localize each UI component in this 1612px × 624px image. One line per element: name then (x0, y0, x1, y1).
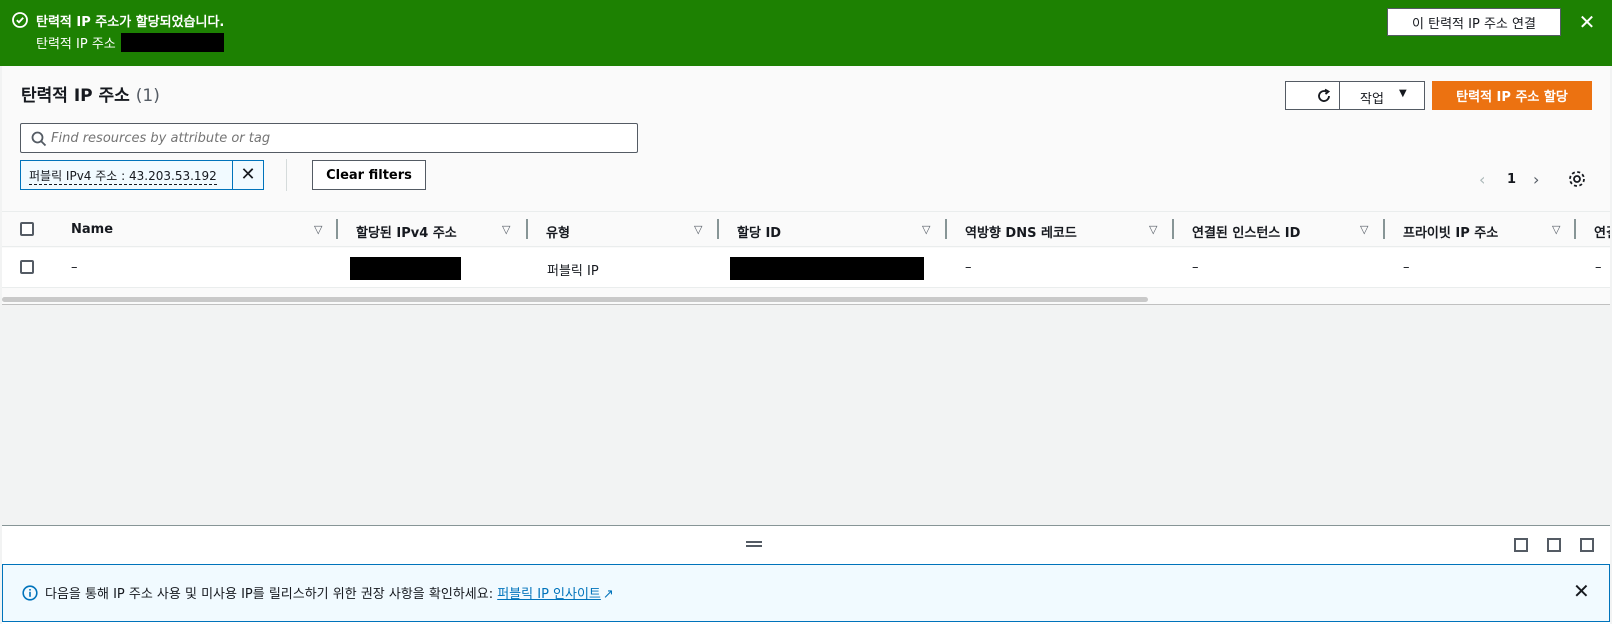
search-input[interactable] (51, 128, 611, 148)
flash-subtitle: 탄력적 IP 주소 (36, 37, 116, 52)
split-panel: 다음을 통해 IP 주소 사용 및 미사용 IP를 릴리스하기 위한 권장 사항… (2, 525, 1610, 624)
actions-label: 작업 (1360, 92, 1384, 107)
redacted-ipv4 (350, 257, 461, 280)
allocate-ip-button[interactable]: 탄력적 IP 주소 할당 (1432, 81, 1592, 110)
cell-type: 퍼블릭 IP (547, 264, 599, 279)
item-count: (1) (135, 86, 160, 106)
gear-icon[interactable] (1567, 169, 1587, 189)
search-box (20, 123, 638, 153)
sort-icon[interactable]: ▽ (922, 223, 930, 236)
sort-icon[interactable]: ▽ (1149, 223, 1157, 236)
table-header: Name ▽ 할당된 IPv4 주소 ▽ 유형 ▽ 할당 ID ▽ 역방향 DN… (2, 211, 1610, 247)
column-resizer[interactable] (945, 219, 947, 239)
prev-page-icon[interactable]: ‹ (1479, 170, 1485, 189)
next-page-icon[interactable]: › (1533, 170, 1539, 189)
horizontal-scrollbar[interactable] (2, 297, 1148, 302)
external-link-icon[interactable]: ↗ (603, 587, 614, 602)
page-number[interactable]: 1 (1507, 172, 1516, 187)
drag-handle-icon[interactable] (746, 541, 762, 547)
column-header-private-ip[interactable]: 프라이빗 IP 주소 (1403, 222, 1498, 241)
filter-token: 퍼블릭 IPv4 주소 : 43.203.53.192 ✕ (20, 160, 264, 190)
remove-filter-icon[interactable]: ✕ (232, 161, 263, 189)
filter-token-label[interactable]: 퍼블릭 IPv4 주소 : 43.203.53.192 (29, 167, 217, 185)
column-header-instance-id[interactable]: 연결된 인스턴스 ID (1192, 222, 1300, 241)
caret-down-icon: ▼ (1399, 88, 1407, 99)
info-message: 다음을 통해 IP 주소 사용 및 미사용 IP를 릴리스하기 위한 권장 사항… (45, 587, 494, 602)
column-resizer[interactable] (1574, 219, 1576, 239)
column-resizer[interactable] (1172, 219, 1174, 239)
redacted-allocation-id (730, 257, 924, 280)
info-icon (22, 585, 38, 601)
cell-instance-id: – (1192, 260, 1199, 275)
column-resizer[interactable] (336, 219, 338, 239)
table-row[interactable]: – 퍼블릭 IP – – – – (2, 248, 1610, 288)
sort-icon[interactable]: ▽ (502, 223, 510, 236)
close-icon[interactable]: ✕ (1573, 579, 1590, 603)
column-header-type[interactable]: 유형 (546, 222, 570, 241)
page-title: 탄력적 IP 주소 (1) (21, 81, 160, 106)
actions-dropdown[interactable]: 작업 ▼ (1339, 81, 1425, 110)
sort-icon[interactable]: ▽ (314, 223, 322, 236)
clear-filters-button[interactable]: Clear filters (312, 160, 426, 190)
flash-title: 탄력적 IP 주소가 할당되었습니다. (36, 15, 225, 30)
column-header-association[interactable]: 연결 (1594, 222, 1610, 241)
redacted-ip (121, 33, 224, 52)
column-resizer[interactable] (1383, 219, 1385, 239)
column-header-reverse-dns[interactable]: 역방향 DNS 레코드 (965, 222, 1077, 241)
flash-close-icon[interactable]: ✕ (1577, 12, 1597, 32)
panel-hide-icon[interactable] (1580, 538, 1594, 552)
sort-icon[interactable]: ▽ (1360, 223, 1368, 236)
search-icon (31, 131, 47, 147)
refresh-icon (1318, 88, 1331, 102)
select-all-checkbox[interactable] (20, 222, 34, 236)
column-header-name[interactable]: Name (71, 222, 113, 237)
cell-private-ip: – (1403, 260, 1410, 275)
sort-icon[interactable]: ▽ (1552, 223, 1560, 236)
column-header-ipv4[interactable]: 할당된 IPv4 주소 (356, 222, 457, 241)
public-ip-insights-link[interactable]: 퍼블릭 IP 인사이트 (497, 587, 601, 602)
column-header-allocation-id[interactable]: 할당 ID (737, 222, 781, 241)
title-text: 탄력적 IP 주소 (21, 86, 130, 106)
column-resizer[interactable] (526, 219, 528, 239)
success-check-icon (12, 12, 28, 28)
panel-bottom-icon[interactable] (1514, 538, 1528, 552)
panel-side-icon[interactable] (1547, 538, 1561, 552)
sort-icon[interactable]: ▽ (694, 223, 702, 236)
row-checkbox[interactable] (20, 260, 34, 274)
success-flashbar: 탄력적 IP 주소가 할당되었습니다. 탄력적 IP 주소 이 탄력적 IP 주… (0, 0, 1612, 66)
column-resizer[interactable] (717, 219, 719, 239)
associate-ip-button[interactable]: 이 탄력적 IP 주소 연결 (1387, 8, 1561, 36)
cell-name: – (71, 260, 78, 275)
divider (286, 159, 287, 191)
cell-association: – (1595, 260, 1602, 275)
cell-reverse-dns: – (965, 260, 972, 275)
info-alert: 다음을 통해 IP 주소 사용 및 미사용 IP를 릴리스하기 위한 권장 사항… (2, 564, 1610, 622)
info-text: 다음을 통해 IP 주소 사용 및 미사용 IP를 릴리스하기 위한 권장 사항… (45, 583, 614, 602)
